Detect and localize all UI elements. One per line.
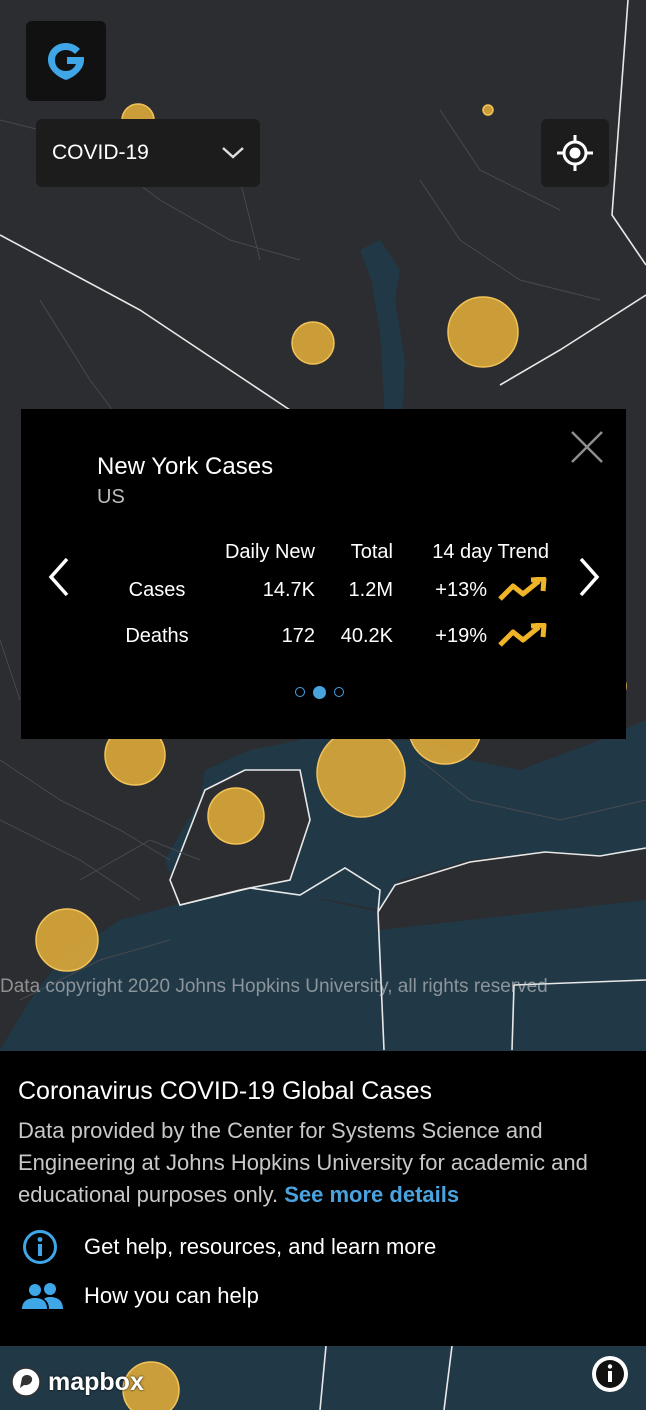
- cases-total: 1.2M: [348, 578, 393, 601]
- attribution-info-icon[interactable]: [590, 1354, 630, 1394]
- case-bubble: [35, 908, 99, 972]
- locate-me-button[interactable]: [541, 119, 609, 187]
- how-you-can-help-label: How you can help: [84, 1283, 259, 1308]
- column-header-daily-new: Daily New: [224, 540, 315, 563]
- layer-dropdown[interactable]: COVID-19: [36, 119, 260, 187]
- layer-dropdown-value: COVID-19: [52, 141, 149, 164]
- close-icon[interactable]: [569, 429, 605, 465]
- cases-trend-value: +13%: [435, 578, 487, 601]
- help-resources-link[interactable]: Get help, resources, and learn more: [22, 1229, 436, 1265]
- panel-description: Data provided by the Center for Systems …: [18, 1115, 618, 1211]
- row-label-cases: Cases: [128, 578, 186, 601]
- page-dot-active[interactable]: [313, 685, 326, 699]
- locate-icon: [557, 135, 593, 171]
- page-dot[interactable]: [295, 687, 305, 697]
- popup-subtitle: US: [97, 486, 125, 508]
- case-bubble: [316, 728, 406, 818]
- g-logo-icon: [48, 43, 84, 80]
- case-bubble: [207, 787, 265, 845]
- help-resources-label: Get help, resources, and learn more: [84, 1234, 437, 1259]
- trend-up-icon: [498, 577, 547, 601]
- case-bubble: [482, 104, 494, 116]
- column-header-14-day-trend: 14 day Trend: [432, 540, 549, 563]
- mapbox-logo-icon: [11, 1367, 41, 1397]
- mapbox-brand-text: mapbox: [48, 1367, 144, 1396]
- deaths-trend-value: +19%: [435, 624, 487, 647]
- row-label-deaths: Deaths: [125, 624, 189, 647]
- column-header-total: Total: [350, 540, 393, 563]
- info-panel: Coronavirus COVID-19 Global Cases Data p…: [0, 1051, 646, 1346]
- stats-header-row: Daily New Total 14 day Trend: [101, 537, 549, 567]
- deaths-daily-new: 172: [281, 624, 315, 647]
- stats-row-deaths: Deaths 172 40.2K +19%: [101, 613, 549, 659]
- info-icon: [23, 1230, 57, 1264]
- chevron-down-icon: [222, 147, 244, 159]
- stats-table: Daily New Total 14 day Trend Cases 14.7K…: [101, 537, 549, 659]
- people-icon: [22, 1283, 63, 1309]
- see-more-details-link[interactable]: See more details: [284, 1182, 459, 1207]
- mapbox-logo[interactable]: mapbox: [10, 1366, 144, 1398]
- case-bubble: [447, 296, 519, 368]
- popup-title: New York Cases: [97, 453, 274, 480]
- chevron-right-icon[interactable]: [571, 555, 607, 599]
- how-you-can-help-link[interactable]: How you can help: [22, 1281, 259, 1311]
- case-bubble: [291, 321, 335, 365]
- region-popup: New York Cases US Daily New Total 14 day…: [21, 409, 626, 739]
- trend-up-icon: [498, 623, 547, 647]
- stats-row-cases: Cases 14.7K 1.2M +13%: [101, 567, 549, 613]
- panel-title: Coronavirus COVID-19 Global Cases: [18, 1077, 433, 1105]
- chevron-left-icon[interactable]: [41, 555, 77, 599]
- data-copyright: Data copyright 2020 Johns Hopkins Univer…: [0, 976, 548, 997]
- cases-daily-new: 14.7K: [262, 578, 315, 601]
- app-logo-button[interactable]: [26, 21, 106, 101]
- deaths-total: 40.2K: [340, 624, 393, 647]
- page-dot[interactable]: [334, 687, 344, 697]
- pagination-dots: [295, 685, 344, 699]
